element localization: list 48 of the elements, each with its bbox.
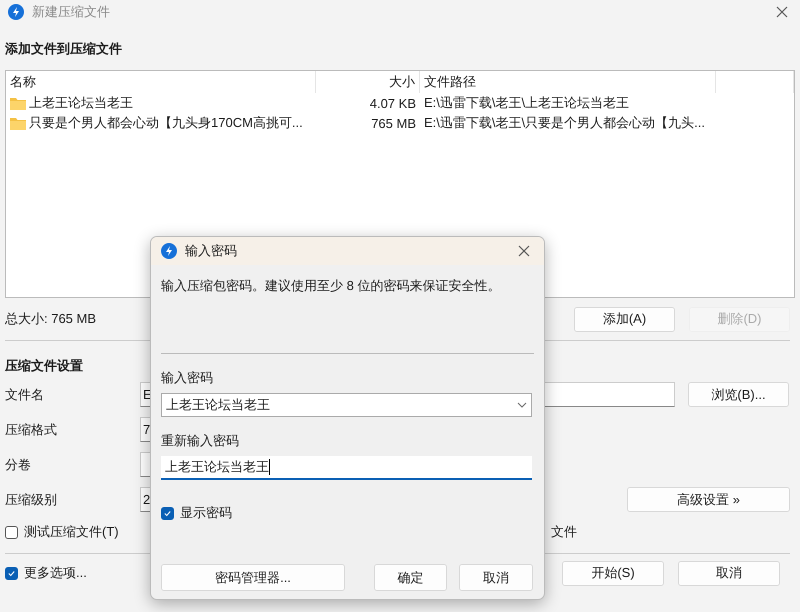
checkbox[interactable]	[161, 506, 174, 520]
field-label: 输入密码	[161, 369, 214, 387]
section-heading: 添加文件到压缩文件	[5, 40, 122, 58]
button[interactable]: 确定	[374, 564, 447, 591]
checkbox-label[interactable]: 显示密码	[180, 504, 232, 522]
file-path: E:\迅雷下载\老王\上老王论坛当老王	[423, 94, 630, 112]
field-label: 重新输入密码	[161, 432, 240, 450]
checkbox-label[interactable]: 测试压缩文件(T)	[24, 523, 119, 541]
section-heading: 压缩文件设置	[5, 357, 83, 375]
checkbox-label[interactable]: 更多选项...	[24, 564, 87, 582]
dialog-title: 输入密码	[185, 242, 238, 260]
file-size: 4.07 KB	[368, 96, 417, 110]
password-value: 上老王论坛当老王	[166, 396, 270, 414]
check-icon	[163, 508, 172, 518]
button[interactable]: 高级设置 »	[627, 487, 790, 512]
lightning-icon	[161, 243, 177, 259]
lightning-icon	[8, 4, 24, 20]
field-label: 分卷	[5, 456, 32, 474]
column-header[interactable]: 名称	[6, 71, 316, 93]
check-icon	[7, 568, 16, 578]
folder-icon	[10, 96, 26, 110]
button[interactable]: 添加(A)	[574, 306, 675, 332]
column-header[interactable]: 文件路径	[420, 71, 716, 93]
close-icon	[776, 6, 788, 18]
field-label: 压缩级别	[5, 490, 58, 508]
file-path: E:\迅雷下载\老王\只要是个男人都会心动【九头...	[423, 114, 706, 132]
file-name[interactable]: 上老王论坛当老王	[29, 94, 133, 112]
column-header[interactable]: 大小	[316, 71, 420, 93]
total-size: 总大小: 765 MB	[5, 310, 98, 328]
checkbox[interactable]	[5, 566, 18, 580]
button[interactable]: 取消	[678, 560, 780, 586]
chevron-icon	[517, 402, 527, 408]
button[interactable]: 浏览(B)...	[688, 382, 789, 407]
password-combo[interactable]: 上老王论坛当老王	[161, 393, 532, 417]
field-label: 压缩格式	[5, 420, 58, 438]
field-label: 文件名	[5, 386, 45, 404]
close-icon	[518, 245, 530, 257]
button[interactable]: 取消	[459, 564, 533, 591]
button[interactable]: 开始(S)	[562, 560, 664, 586]
password-input[interactable]: 上老王论坛当老王	[161, 456, 532, 480]
message-text: 输入压缩包密码。建议使用至少 8 位的密码来保证安全性。	[161, 277, 502, 295]
window-title: 新建压缩文件	[32, 3, 111, 21]
file-size: 765 MB	[370, 116, 417, 130]
button[interactable]: 密码管理器...	[161, 564, 345, 591]
checkbox[interactable]	[5, 526, 18, 538]
file-name[interactable]: 只要是个男人都会心动【九头身170CM高挑可...	[29, 114, 303, 132]
folder-icon	[10, 116, 26, 130]
option-label: 文件	[551, 523, 577, 541]
